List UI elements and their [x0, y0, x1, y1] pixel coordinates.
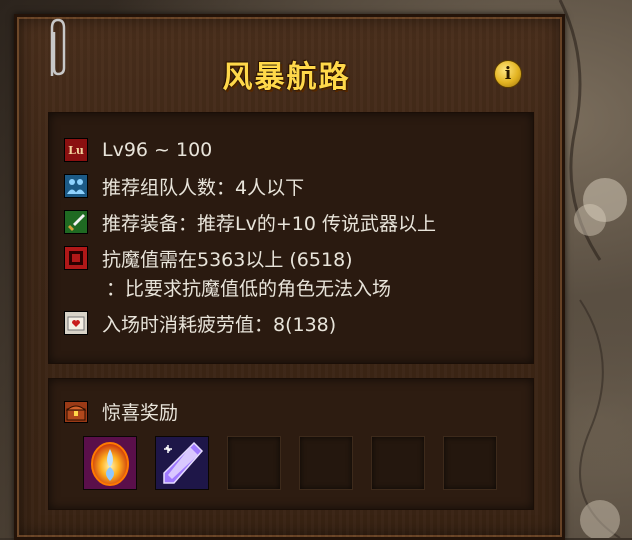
reward-slot-3[interactable]	[227, 436, 281, 490]
fatigue-row: 入场时消耗疲劳值：8(138)	[64, 310, 336, 336]
reward-slot-1[interactable]	[83, 436, 137, 490]
resistance-icon	[64, 246, 88, 270]
flame-orb-item-icon	[84, 437, 136, 489]
info-icon[interactable]: i	[494, 60, 522, 88]
reward-slot-2[interactable]	[155, 436, 209, 490]
fatigue-icon	[64, 311, 88, 335]
crystal-shard-item-icon	[156, 437, 208, 489]
gear-row: 推荐装备：推荐Lv的+10 传说武器以上	[64, 209, 436, 235]
resistance-row: 抗魔值需在5363以上 (6518)	[64, 245, 353, 271]
level-text: Lv96 ~ 100	[102, 139, 213, 161]
reward-slot-4[interactable]	[299, 436, 353, 490]
rewards-header: 惊喜奖励	[64, 398, 178, 425]
resistance-text: 抗魔值需在5363以上 (6518)	[102, 248, 353, 271]
resistance-note: ：比要求抗魔值低的角色无法入场	[106, 278, 392, 300]
gear-text: 推荐装备：推荐Lv的+10 传说武器以上	[102, 212, 436, 235]
sword-icon	[64, 210, 88, 234]
party-text: 推荐组队人数：4人以下	[102, 176, 305, 199]
level-row: Lu Lv96 ~ 100	[64, 137, 212, 163]
fatigue-text: 入场时消耗疲劳值：8(138)	[102, 313, 337, 336]
reward-slot-5[interactable]	[371, 436, 425, 490]
party-icon	[64, 174, 88, 198]
dungeon-title: 风暴航路	[222, 60, 351, 95]
rewards-title: 惊喜奖励	[102, 402, 179, 424]
level-icon: Lu	[64, 138, 88, 162]
treasure-chest-icon	[64, 400, 88, 423]
party-row: 推荐组队人数：4人以下	[64, 173, 304, 199]
reward-slot-6[interactable]	[443, 436, 497, 490]
